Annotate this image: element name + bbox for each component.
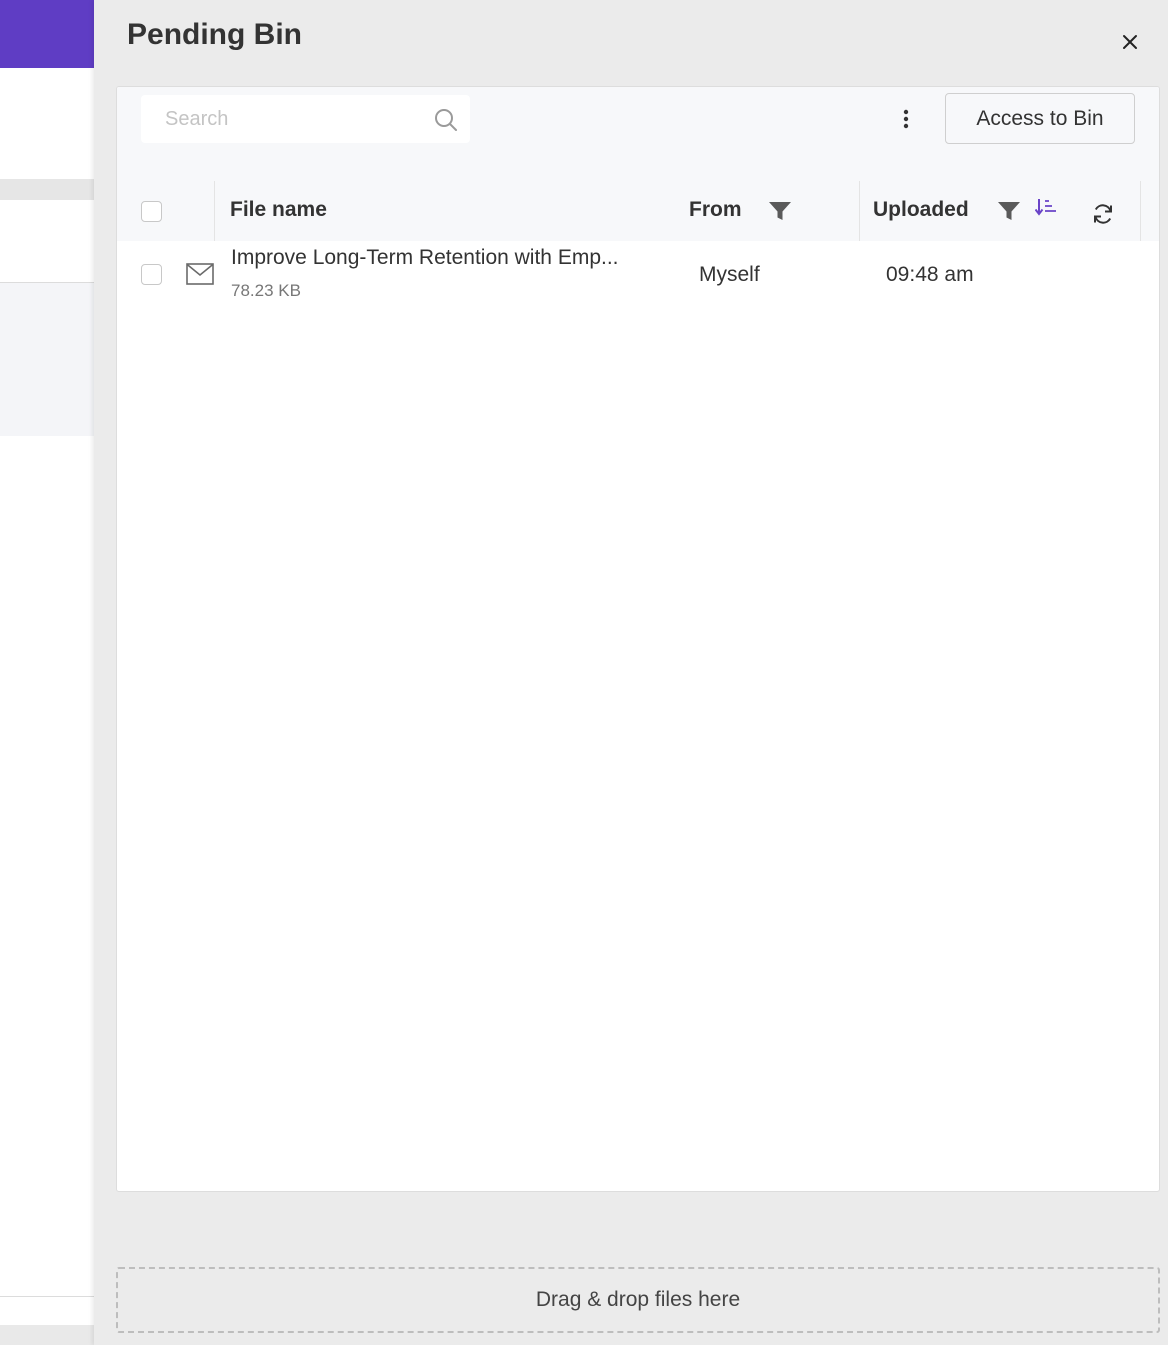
file-from: Myself — [699, 263, 760, 286]
file-name[interactable]: Improve Long-Term Retention with Emp... — [231, 246, 671, 270]
drag-drop-label: Drag & drop files here — [535, 1288, 741, 1311]
background-band — [0, 283, 94, 436]
access-to-bin-button[interactable]: Access to Bin — [945, 93, 1135, 144]
background-band — [0, 179, 94, 200]
table-header: File name From Uploaded — [117, 181, 1159, 241]
close-icon[interactable] — [1118, 30, 1142, 54]
email-icon — [186, 263, 214, 285]
column-divider — [214, 181, 215, 241]
background-app-header — [0, 0, 94, 68]
search-input[interactable] — [141, 95, 431, 143]
kebab-menu-icon[interactable] — [895, 105, 917, 133]
panel-title: Pending Bin — [127, 18, 302, 51]
background-app — [0, 0, 94, 1345]
column-divider — [859, 181, 860, 241]
column-header-uploaded[interactable]: Uploaded — [873, 198, 969, 222]
select-all-checkbox[interactable] — [141, 201, 162, 222]
search-icon[interactable] — [433, 107, 459, 133]
column-header-file-name[interactable]: File name — [230, 198, 327, 222]
background-divider — [0, 1296, 94, 1297]
search-box — [141, 95, 470, 143]
toolbar: Access to Bin — [117, 87, 1159, 181]
sort-descending-icon[interactable] — [1035, 197, 1057, 217]
uploaded-filter-icon[interactable] — [997, 200, 1021, 222]
file-size: 78.23 KB — [231, 281, 301, 300]
from-filter-icon[interactable] — [768, 200, 792, 222]
file-uploaded-time: 09:48 am — [886, 263, 974, 286]
file-list-container: Access to Bin File name From Uploaded — [116, 86, 1160, 1192]
column-header-from[interactable]: From — [689, 198, 742, 222]
background-band — [0, 1325, 94, 1345]
table-row[interactable]: Improve Long-Term Retention with Emp... … — [117, 241, 1159, 309]
drag-drop-zone[interactable]: Drag & drop files here — [116, 1267, 1160, 1333]
close-button[interactable] — [1118, 30, 1142, 54]
column-divider — [1140, 181, 1141, 241]
row-checkbox[interactable] — [141, 264, 162, 285]
refresh-icon[interactable] — [1091, 202, 1115, 226]
pending-bin-panel: Pending Bin Access to Bin — [94, 0, 1168, 1345]
